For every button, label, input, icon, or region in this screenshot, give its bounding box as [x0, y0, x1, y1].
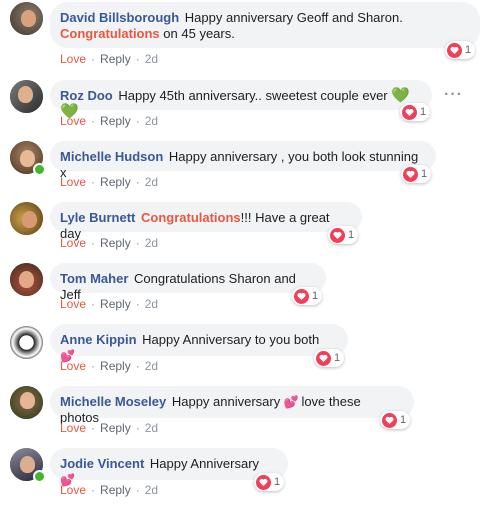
- separator: ·: [91, 114, 96, 128]
- timestamp[interactable]: 2d: [145, 114, 158, 128]
- comment-author[interactable]: Lyle Burnett: [60, 210, 135, 225]
- separator: ·: [135, 52, 140, 66]
- timestamp[interactable]: 2d: [145, 236, 158, 250]
- reply-link[interactable]: Reply: [100, 421, 131, 435]
- heart-icon: [330, 227, 345, 243]
- comment-actions: Love · Reply · 2d: [60, 114, 158, 128]
- reaction-count[interactable]: 1: [380, 411, 411, 429]
- separator: ·: [91, 52, 96, 66]
- heart-icon: [402, 104, 417, 120]
- comment-bubble: Tom Maher Congratulations Sharon and Jef…: [50, 263, 326, 302]
- heart-icon: [294, 288, 309, 304]
- separator: ·: [91, 421, 96, 435]
- love-link[interactable]: Love: [60, 114, 86, 128]
- comment-bubble: Michelle Moseley Happy anniversary 💕 lov…: [50, 386, 414, 425]
- comment-actions: Love · Reply · 2d: [60, 359, 158, 373]
- separator: ·: [91, 359, 96, 373]
- avatar[interactable]: [10, 386, 43, 419]
- reaction-count[interactable]: 1: [401, 165, 432, 183]
- comment-author[interactable]: Roz Doo: [60, 88, 113, 103]
- more-options-icon[interactable]: ···: [444, 86, 463, 104]
- separator: ·: [91, 297, 96, 311]
- comment-actions: Love · Reply · 2d: [60, 297, 158, 311]
- timestamp[interactable]: 2d: [145, 297, 158, 311]
- heart-icon: [447, 42, 462, 58]
- reaction-count[interactable]: 1: [445, 41, 476, 59]
- two-hearts-emoji: 💕: [283, 395, 299, 409]
- avatar[interactable]: [10, 326, 43, 359]
- reaction-count[interactable]: 1: [292, 287, 323, 305]
- reaction-count[interactable]: 1: [254, 473, 285, 491]
- comment-author[interactable]: Tom Maher: [60, 271, 128, 286]
- heart-icon: [256, 474, 271, 490]
- love-link[interactable]: Love: [60, 175, 86, 189]
- comment-text: Happy 45th anniversary.. sweetest couple…: [118, 88, 388, 103]
- comment-text: Happy Anniversary to you both: [142, 332, 320, 347]
- comment-actions: Love · Reply · 2d: [60, 483, 158, 497]
- comment-text-after: on 45 years.: [163, 26, 235, 41]
- comment-bubble: Jodie Vincent Happy Anniversary 💕: [50, 448, 288, 487]
- timestamp[interactable]: 2d: [145, 483, 158, 497]
- comment-author[interactable]: Michelle Hudson: [60, 149, 163, 164]
- avatar[interactable]: [10, 80, 43, 113]
- comment-author[interactable]: Anne Kippin: [60, 332, 137, 347]
- comment-bubble: Michelle Hudson Happy anniversary , you …: [50, 141, 436, 180]
- separator: ·: [135, 359, 140, 373]
- heart-icon: [382, 412, 397, 428]
- comment-highlight: Congratulations: [140, 210, 241, 225]
- comment-author[interactable]: David Billsborough: [60, 10, 179, 25]
- timestamp[interactable]: 2d: [145, 359, 158, 373]
- timestamp[interactable]: 2d: [145, 52, 158, 66]
- love-link[interactable]: Love: [60, 483, 86, 497]
- comment-actions: Love · Reply · 2d: [60, 236, 158, 250]
- reply-link[interactable]: Reply: [100, 114, 131, 128]
- reaction-count[interactable]: 1: [314, 349, 345, 367]
- separator: ·: [91, 483, 96, 497]
- online-status-icon: [33, 470, 46, 483]
- comment-bubble: David Billsborough Happy anniversary Geo…: [50, 2, 480, 48]
- comment-bubble: Anne Kippin Happy Anniversary to you bot…: [50, 324, 348, 363]
- separator: ·: [135, 421, 140, 435]
- reply-link[interactable]: Reply: [100, 297, 131, 311]
- reply-link[interactable]: Reply: [100, 52, 131, 66]
- comment-actions: Love · Reply · 2d: [60, 175, 158, 189]
- separator: ·: [135, 297, 140, 311]
- love-link[interactable]: Love: [60, 52, 86, 66]
- heart-icon: [316, 350, 331, 366]
- comment-actions: Love · Reply · 2d: [60, 52, 158, 66]
- comment-author[interactable]: Michelle Moseley: [60, 394, 166, 409]
- reply-link[interactable]: Reply: [100, 483, 131, 497]
- comment-actions: Love · Reply · 2d: [60, 421, 158, 435]
- heart-icon: [403, 166, 418, 182]
- separator: ·: [135, 236, 140, 250]
- timestamp[interactable]: 2d: [145, 421, 158, 435]
- separator: ·: [91, 236, 96, 250]
- separator: ·: [135, 483, 140, 497]
- comment-text: Happy anniversary Geoff and Sharon.: [184, 10, 403, 25]
- reaction-count[interactable]: 1: [328, 226, 359, 244]
- love-link[interactable]: Love: [60, 297, 86, 311]
- comment-text: Happy anniversary: [171, 394, 281, 409]
- avatar[interactable]: [10, 263, 43, 296]
- avatar[interactable]: [10, 2, 43, 35]
- comment-author[interactable]: Jodie Vincent: [60, 456, 144, 471]
- reply-link[interactable]: Reply: [100, 175, 131, 189]
- comment-highlight: Congratulations: [60, 26, 160, 41]
- separator: ·: [135, 114, 140, 128]
- love-link[interactable]: Love: [60, 421, 86, 435]
- separator: ·: [135, 175, 140, 189]
- online-status-icon: [33, 163, 46, 176]
- timestamp[interactable]: 2d: [145, 175, 158, 189]
- reply-link[interactable]: Reply: [100, 359, 131, 373]
- reaction-count[interactable]: 1: [400, 103, 431, 121]
- comment-bubble: Lyle Burnett Congratulations!!! Have a g…: [50, 202, 362, 241]
- love-link[interactable]: Love: [60, 359, 86, 373]
- comment-bubble: Roz Doo Happy 45th anniversary.. sweetes…: [50, 80, 432, 120]
- separator: ·: [91, 175, 96, 189]
- comment-text: Happy Anniversary: [149, 456, 260, 471]
- reply-link[interactable]: Reply: [100, 236, 131, 250]
- love-link[interactable]: Love: [60, 236, 86, 250]
- avatar[interactable]: [10, 202, 43, 235]
